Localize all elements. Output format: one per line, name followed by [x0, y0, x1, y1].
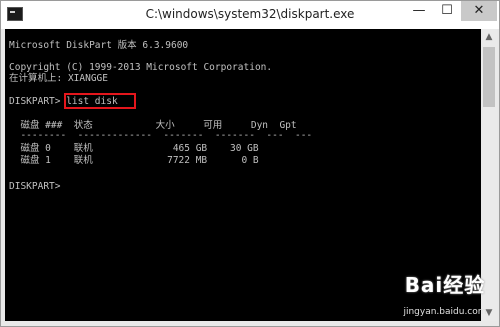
watermark-logo: Bai经验: [404, 273, 486, 297]
table-row: 磁盘 0 联机 465 GB 30 GB: [9, 143, 259, 154]
console-prompt: DISKPART>: [9, 181, 61, 192]
close-button[interactable]: ✕: [461, 1, 497, 21]
maximize-button[interactable]: ☐: [433, 1, 461, 21]
scrollbar-thumb[interactable]: [483, 47, 495, 107]
command-highlight-box: [64, 93, 136, 109]
table-row: 磁盘 1 联机 7722 MB 0 B: [9, 155, 259, 166]
console-window: C:\windows\system32\diskpart.exe — ☐ ✕ M…: [0, 0, 500, 327]
table-divider: -------- ------------- ------- ------- -…: [9, 130, 313, 141]
watermark-url: jingyan.baidu.com: [403, 307, 487, 317]
console-line-version: Microsoft DiskPart 版本 6.3.9600: [9, 40, 189, 51]
scroll-up-icon[interactable]: ▲: [481, 29, 497, 45]
minimize-button[interactable]: —: [405, 1, 433, 21]
console-line-computer: 在计算机上: XIANGGE: [9, 73, 108, 84]
title-bar[interactable]: C:\windows\system32\diskpart.exe — ☐ ✕: [1, 1, 499, 29]
baidu-watermark: Bai经验 jingyan.baidu.com: [393, 269, 497, 325]
